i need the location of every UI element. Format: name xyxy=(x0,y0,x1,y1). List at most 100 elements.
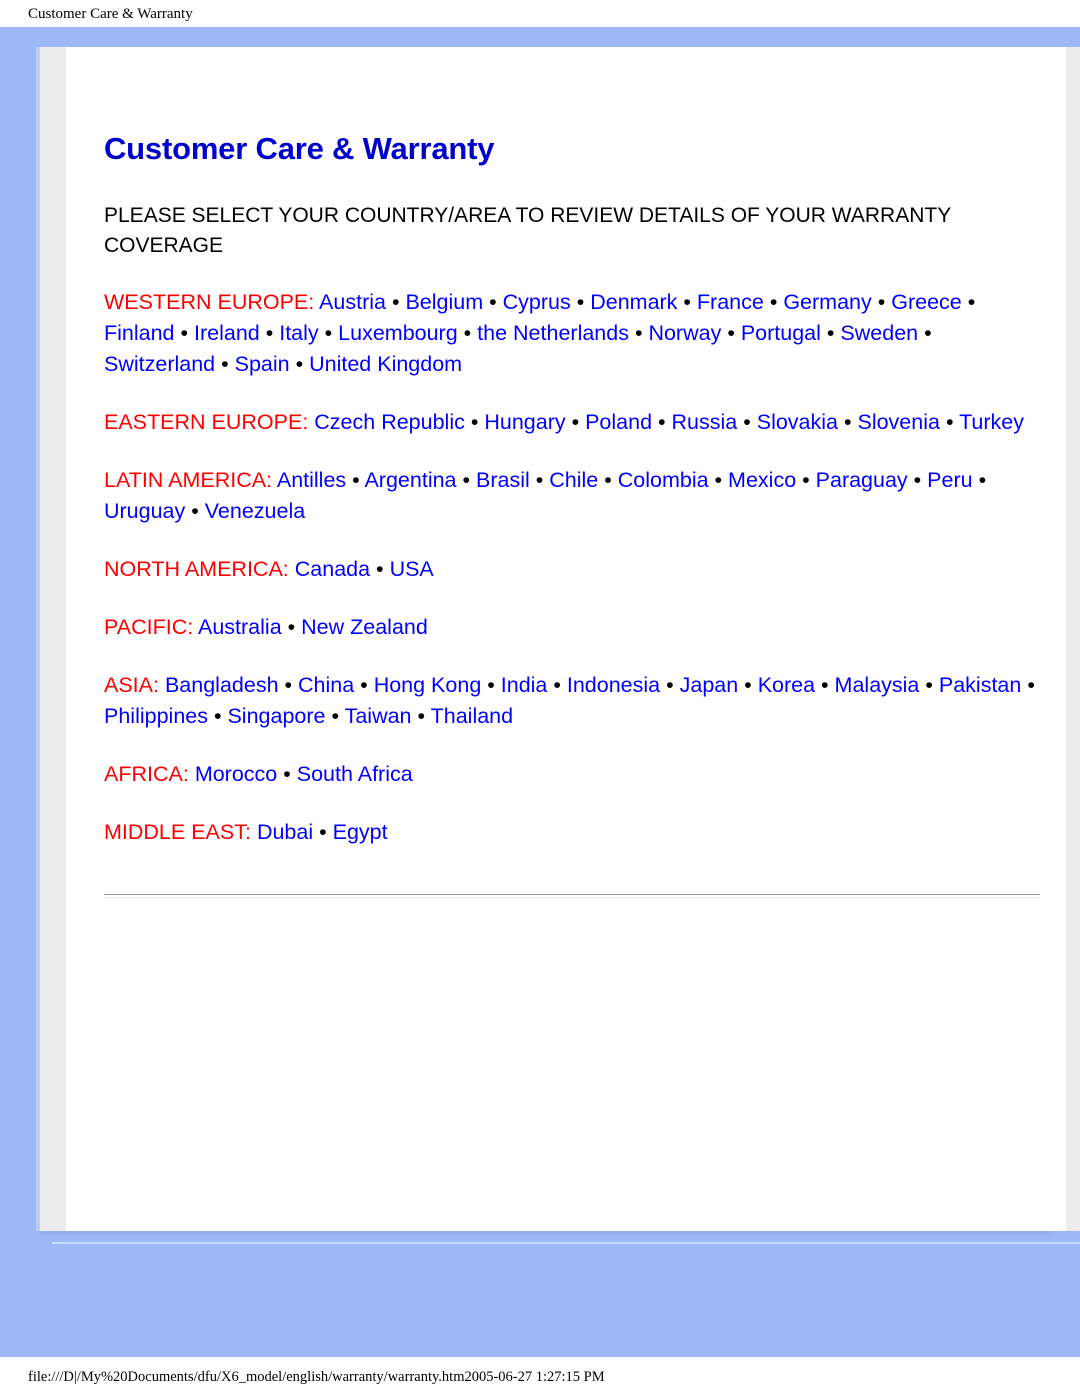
country-link[interactable]: Ireland xyxy=(194,321,260,345)
country-link[interactable]: China xyxy=(298,673,354,697)
country-link[interactable]: Switzerland xyxy=(104,352,215,376)
country-link[interactable]: Poland xyxy=(585,410,652,434)
bullet-separator: • xyxy=(737,410,757,434)
country-link[interactable]: Singapore xyxy=(227,704,325,728)
country-link[interactable]: Slovenia xyxy=(857,410,939,434)
sheet-right-gutter xyxy=(1066,47,1080,1231)
bullet-separator: • xyxy=(815,673,835,697)
country-link[interactable]: Germany xyxy=(783,290,871,314)
country-link[interactable]: Turkey xyxy=(959,410,1024,434)
bullet-separator: • xyxy=(354,673,374,697)
bullet-separator: • xyxy=(325,704,345,728)
country-link[interactable]: Japan xyxy=(680,673,739,697)
country-link[interactable]: Cyprus xyxy=(503,290,571,314)
country-link[interactable]: Morocco xyxy=(195,762,277,786)
country-link[interactable]: Chile xyxy=(549,468,598,492)
country-link[interactable]: the Netherlands xyxy=(477,321,629,345)
bullet-separator: • xyxy=(820,321,841,345)
country-link[interactable]: Korea xyxy=(758,673,815,697)
page-title: Customer Care & Warranty xyxy=(104,131,495,166)
region-block: MIDDLE EAST: Dubai • Egypt xyxy=(104,817,1040,848)
country-link[interactable]: India xyxy=(501,673,548,697)
country-link[interactable]: Bangladesh xyxy=(165,673,279,697)
country-link[interactable]: Hong Kong xyxy=(374,673,482,697)
country-link[interactable]: Belgium xyxy=(405,290,483,314)
country-link[interactable]: Philippines xyxy=(104,704,208,728)
bullet-separator: • xyxy=(346,468,365,492)
country-link[interactable]: Indonesia xyxy=(567,673,660,697)
country-link[interactable]: Denmark xyxy=(590,290,677,314)
bullet-separator: • xyxy=(385,290,406,314)
country-link[interactable]: Mexico xyxy=(728,468,796,492)
country-link[interactable]: Pakistan xyxy=(939,673,1021,697)
bullet-separator: • xyxy=(939,410,960,434)
country-link[interactable]: Sweden xyxy=(840,321,918,345)
browser-print-footer-text: file:///D|/My%20Documents/dfu/X6_model/e… xyxy=(28,1369,605,1385)
document-sheet: Customer Care & Warranty PLEASE SELECT Y… xyxy=(36,47,1080,1231)
country-link[interactable]: Norway xyxy=(648,321,721,345)
browser-print-footer: file:///D|/My%20Documents/dfu/X6_model/e… xyxy=(0,1357,1080,1397)
country-link[interactable]: Russia xyxy=(672,410,738,434)
country-link[interactable]: France xyxy=(697,290,764,314)
country-link[interactable]: Malaysia xyxy=(835,673,920,697)
bullet-separator: • xyxy=(529,468,550,492)
bullet-separator: • xyxy=(259,321,280,345)
country-link[interactable]: Portugal xyxy=(741,321,821,345)
country-link[interactable]: Brasil xyxy=(476,468,530,492)
country-link[interactable]: Taiwan xyxy=(345,704,412,728)
region-block: PACIFIC: Australia • New Zealand xyxy=(104,612,1040,643)
country-link[interactable]: Finland xyxy=(104,321,175,345)
region-label: EASTERN EUROPE: xyxy=(104,410,309,434)
country-link[interactable]: Spain xyxy=(235,352,290,376)
country-link[interactable]: Thailand xyxy=(431,704,513,728)
bullet-separator: • xyxy=(174,321,194,345)
country-link[interactable]: USA xyxy=(390,557,434,581)
country-link[interactable]: Paraguay xyxy=(816,468,908,492)
country-link[interactable]: Canada xyxy=(295,557,370,581)
bullet-separator: • xyxy=(464,410,485,434)
bullet-separator: • xyxy=(961,290,976,314)
country-link[interactable]: Dubai xyxy=(257,820,313,844)
browser-print-header: Customer Care & Warranty xyxy=(0,0,1080,27)
sheet-left-gutter xyxy=(36,47,66,1231)
country-link[interactable]: Italy xyxy=(279,321,318,345)
country-link[interactable]: Colombia xyxy=(618,468,709,492)
country-link[interactable]: Australia xyxy=(198,615,282,639)
bullet-separator: • xyxy=(565,410,586,434)
document-content: Customer Care & Warranty PLEASE SELECT Y… xyxy=(66,47,1066,898)
canvas-hairline xyxy=(52,1242,1080,1244)
region-block: WESTERN EUROPE: Austria • Belgium • Cypr… xyxy=(104,287,1040,380)
bullet-separator: • xyxy=(796,468,816,492)
country-link[interactable]: Austria xyxy=(319,290,386,314)
country-link[interactable]: Luxembourg xyxy=(338,321,458,345)
bullet-separator: • xyxy=(763,290,784,314)
browser-print-header-title: Customer Care & Warranty xyxy=(28,6,193,22)
country-link[interactable]: Greece xyxy=(891,290,962,314)
country-link[interactable]: United Kingdom xyxy=(309,352,462,376)
region-label: MIDDLE EAST: xyxy=(104,820,251,844)
bullet-separator: • xyxy=(919,673,939,697)
bullet-separator: • xyxy=(652,410,672,434)
region-block: ASIA: Bangladesh • China • Hong Kong • I… xyxy=(104,670,1040,732)
bullet-separator: • xyxy=(483,290,503,314)
country-link[interactable]: Venezuela xyxy=(205,499,305,523)
country-link[interactable]: South Africa xyxy=(297,762,413,786)
country-link[interactable]: New Zealand xyxy=(301,615,428,639)
country-link[interactable]: Argentina xyxy=(364,468,456,492)
bullet-separator: • xyxy=(318,321,339,345)
region-block: AFRICA: Morocco • South Africa xyxy=(104,759,1040,790)
bullet-separator: • xyxy=(918,321,932,345)
country-link[interactable]: Czech Republic xyxy=(314,410,465,434)
page-canvas: Customer Care & Warranty PLEASE SELECT Y… xyxy=(0,27,1080,1357)
bullet-separator: • xyxy=(313,820,333,844)
bullet-separator: • xyxy=(660,673,680,697)
country-link[interactable]: Slovakia xyxy=(757,410,838,434)
bullet-separator: • xyxy=(277,762,297,786)
bullet-separator: • xyxy=(972,468,987,492)
country-link[interactable]: Hungary xyxy=(484,410,565,434)
country-link[interactable]: Egypt xyxy=(333,820,388,844)
country-link[interactable]: Uruguay xyxy=(104,499,185,523)
country-link[interactable]: Peru xyxy=(927,468,972,492)
bullet-separator: • xyxy=(570,290,591,314)
country-link[interactable]: Antilles xyxy=(277,468,346,492)
